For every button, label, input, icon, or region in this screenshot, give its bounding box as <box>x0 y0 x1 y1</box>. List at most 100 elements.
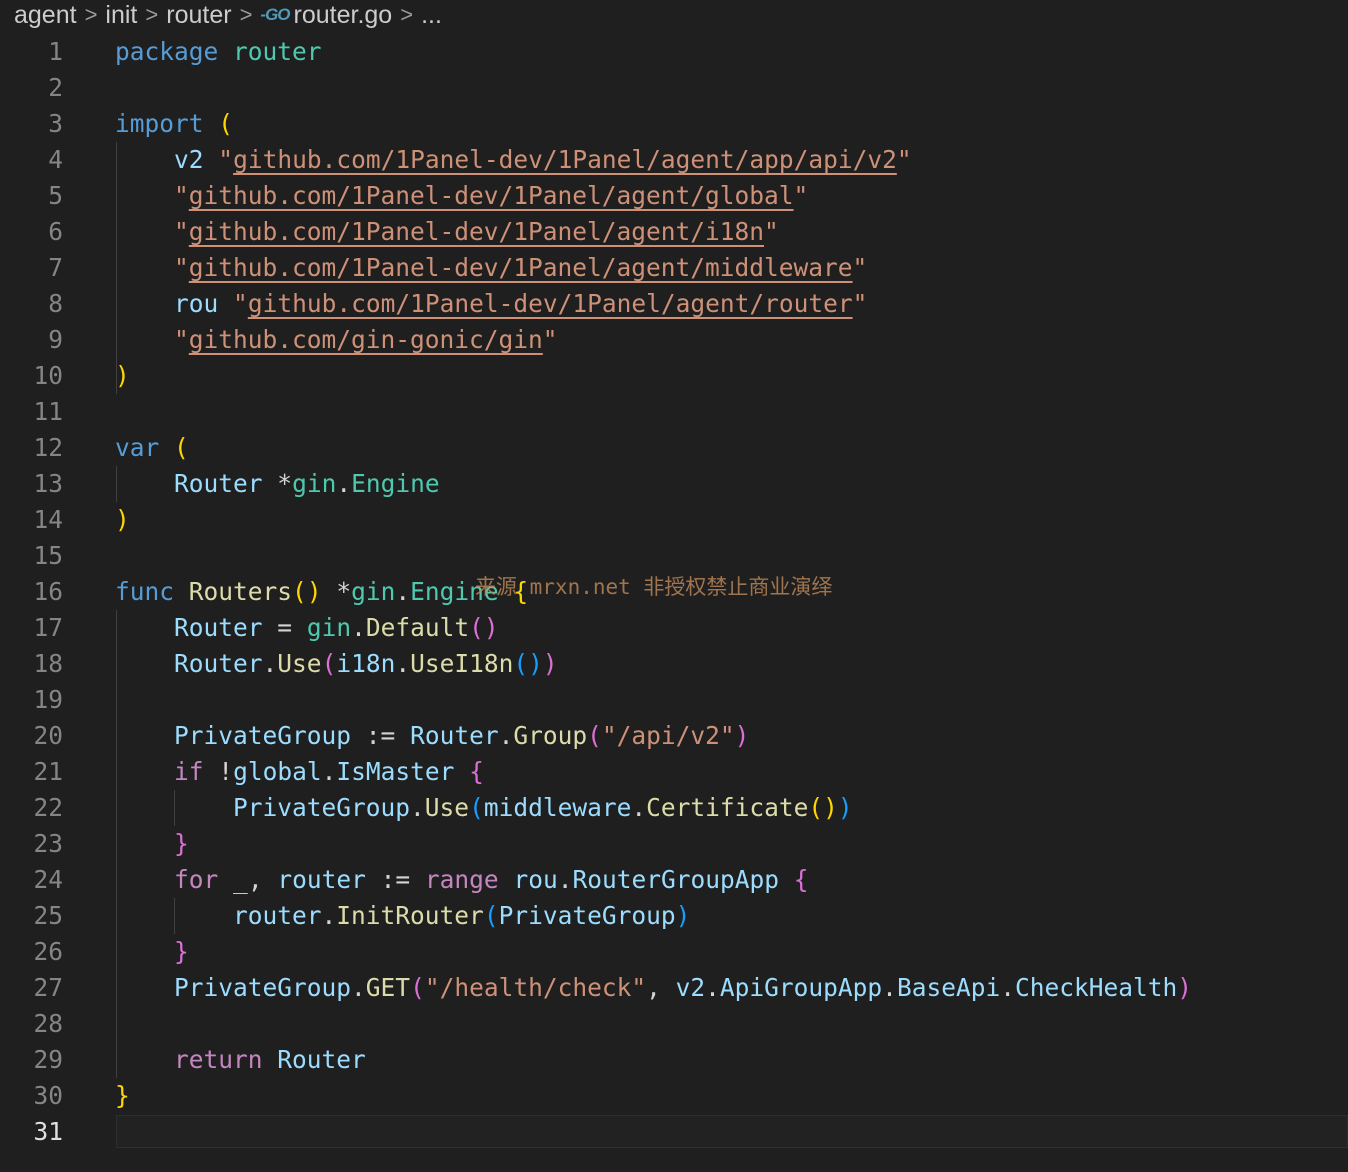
code-line[interactable]: 18 Router.Use(i18n.UseI18n()) <box>0 646 1348 682</box>
code-line[interactable]: 15 <box>0 538 1348 574</box>
line-number: 9 <box>48 325 63 354</box>
code-line[interactable]: 25 router.InitRouter(PrivateGroup) <box>0 898 1348 934</box>
line-number: 17 <box>33 613 63 642</box>
code-line[interactable]: 8 rou "github.com/1Panel-dev/1Panel/agen… <box>0 286 1348 322</box>
line-number: 19 <box>33 685 63 714</box>
line-number: 12 <box>33 433 63 462</box>
breadcrumb-item-file[interactable]: router.go <box>294 1 393 30</box>
code-line[interactable]: 6 "github.com/1Panel-dev/1Panel/agent/i1… <box>0 214 1348 250</box>
code-line[interactable]: 7 "github.com/1Panel-dev/1Panel/agent/mi… <box>0 250 1348 286</box>
line-number: 8 <box>48 289 63 318</box>
code-text: PrivateGroup := Router.Group("/api/v2") <box>174 721 750 750</box>
code-text: "github.com/gin-gonic/gin" <box>174 325 558 354</box>
breadcrumb-item-init[interactable]: init <box>105 1 137 30</box>
code-text: package router <box>115 37 322 66</box>
current-line-highlight <box>116 1115 1348 1148</box>
line-number: 20 <box>33 721 63 750</box>
code-text: Router.Use(i18n.UseI18n()) <box>174 649 558 678</box>
line-number: 21 <box>33 757 63 786</box>
code-line[interactable]: 29 return Router <box>0 1042 1348 1078</box>
line-number: 11 <box>33 397 63 426</box>
breadcrumb-item-agent[interactable]: agent <box>14 1 77 30</box>
line-number: 7 <box>48 253 63 282</box>
code-text: return Router <box>174 1045 366 1074</box>
code-text: if !global.IsMaster { <box>174 757 484 786</box>
code-text: Router = gin.Default() <box>174 613 499 642</box>
code-text: } <box>174 937 189 966</box>
code-line[interactable]: 17 Router = gin.Default() <box>0 610 1348 646</box>
code-line[interactable]: 3 import ( <box>0 106 1348 142</box>
code-line[interactable]: 27 PrivateGroup.GET("/health/check", v2.… <box>0 970 1348 1006</box>
code-text: PrivateGroup.Use(middleware.Certificate(… <box>233 793 853 822</box>
code-text: "github.com/1Panel-dev/1Panel/agent/midd… <box>174 253 868 282</box>
code-line[interactable]: 21 if !global.IsMaster { <box>0 754 1348 790</box>
code-line[interactable]: 9 "github.com/gin-gonic/gin" <box>0 322 1348 358</box>
code-line[interactable]: 14) <box>0 502 1348 538</box>
code-text: Router *gin.Engine <box>174 469 440 498</box>
line-number: 1 <box>48 37 63 66</box>
code-text: rou "github.com/1Panel-dev/1Panel/agent/… <box>174 289 868 318</box>
code-line[interactable]: 10) <box>0 358 1348 394</box>
line-number: 4 <box>48 145 63 174</box>
line-number: 3 <box>48 109 63 138</box>
code-line[interactable]: 5 "github.com/1Panel-dev/1Panel/agent/gl… <box>0 178 1348 214</box>
code-line-current[interactable]: 31 <box>0 1114 1348 1150</box>
code-text: router.InitRouter(PrivateGroup) <box>233 901 691 930</box>
chevron-right-icon: > <box>84 2 98 27</box>
code-line[interactable]: 11 <box>0 394 1348 430</box>
code-text: } <box>174 829 189 858</box>
line-number: 30 <box>33 1081 63 1110</box>
line-number: 15 <box>33 541 63 570</box>
code-line[interactable]: 28 <box>0 1006 1348 1042</box>
line-number: 25 <box>33 901 63 930</box>
chevron-right-icon: > <box>239 2 253 27</box>
breadcrumb-ellipsis[interactable]: ... <box>421 1 442 30</box>
line-number: 22 <box>33 793 63 822</box>
code-line[interactable]: 13 Router *gin.Engine <box>0 466 1348 502</box>
line-number: 26 <box>33 937 63 966</box>
line-number: 6 <box>48 217 63 246</box>
code-text: var ( <box>115 433 189 462</box>
code-line[interactable]: 16 func Routers() *gin.Engine { <box>0 574 1348 610</box>
line-number: 2 <box>48 73 63 102</box>
code-editor[interactable]: 1 package router 2 3 import ( 4 v2 "github… <box>0 34 1348 1150</box>
code-line[interactable]: 1 package router <box>0 34 1348 70</box>
line-number: 10 <box>33 361 63 390</box>
line-number: 27 <box>33 973 63 1002</box>
line-number: 23 <box>33 829 63 858</box>
chevron-right-icon: > <box>400 2 414 27</box>
code-text: ) <box>115 361 130 390</box>
code-text: v2 "github.com/1Panel-dev/1Panel/agent/a… <box>174 145 912 174</box>
code-line[interactable]: 23 } <box>0 826 1348 862</box>
breadcrumb-item-router[interactable]: router <box>166 1 231 30</box>
line-number: 18 <box>33 649 63 678</box>
line-number: 28 <box>33 1009 63 1038</box>
code-text: } <box>115 1081 130 1110</box>
line-number: 29 <box>33 1045 63 1074</box>
line-number: 14 <box>33 505 63 534</box>
code-line[interactable]: 4 v2 "github.com/1Panel-dev/1Panel/agent… <box>0 142 1348 178</box>
code-line[interactable]: 20 PrivateGroup := Router.Group("/api/v2… <box>0 718 1348 754</box>
code-text: "github.com/1Panel-dev/1Panel/agent/glob… <box>174 181 809 210</box>
code-text: ) <box>115 505 130 534</box>
line-number: 31 <box>33 1117 63 1146</box>
code-line[interactable]: 30} <box>0 1078 1348 1114</box>
line-number: 24 <box>33 865 63 894</box>
chevron-right-icon: > <box>145 2 159 27</box>
code-line[interactable]: 26 } <box>0 934 1348 970</box>
code-text: for _, router := range rou.RouterGroupAp… <box>174 865 809 894</box>
go-file-icon: -GO <box>260 5 290 24</box>
code-text: import ( <box>115 109 234 138</box>
code-text: "github.com/1Panel-dev/1Panel/agent/i18n… <box>174 217 779 246</box>
line-number: 5 <box>48 181 63 210</box>
code-text: PrivateGroup.GET("/health/check", v2.Api… <box>174 973 1192 1002</box>
code-line[interactable]: 12 var ( <box>0 430 1348 466</box>
code-line[interactable]: 2 <box>0 70 1348 106</box>
code-text: func Routers() *gin.Engine { <box>115 577 529 606</box>
code-line[interactable]: 22 PrivateGroup.Use(middleware.Certifica… <box>0 790 1348 826</box>
code-line[interactable]: 24 for _, router := range rou.RouterGrou… <box>0 862 1348 898</box>
line-number: 16 <box>33 577 63 606</box>
breadcrumb: agent > init > router > -GO router.go > … <box>0 0 1348 30</box>
line-number: 13 <box>33 469 63 498</box>
code-line[interactable]: 19 <box>0 682 1348 718</box>
